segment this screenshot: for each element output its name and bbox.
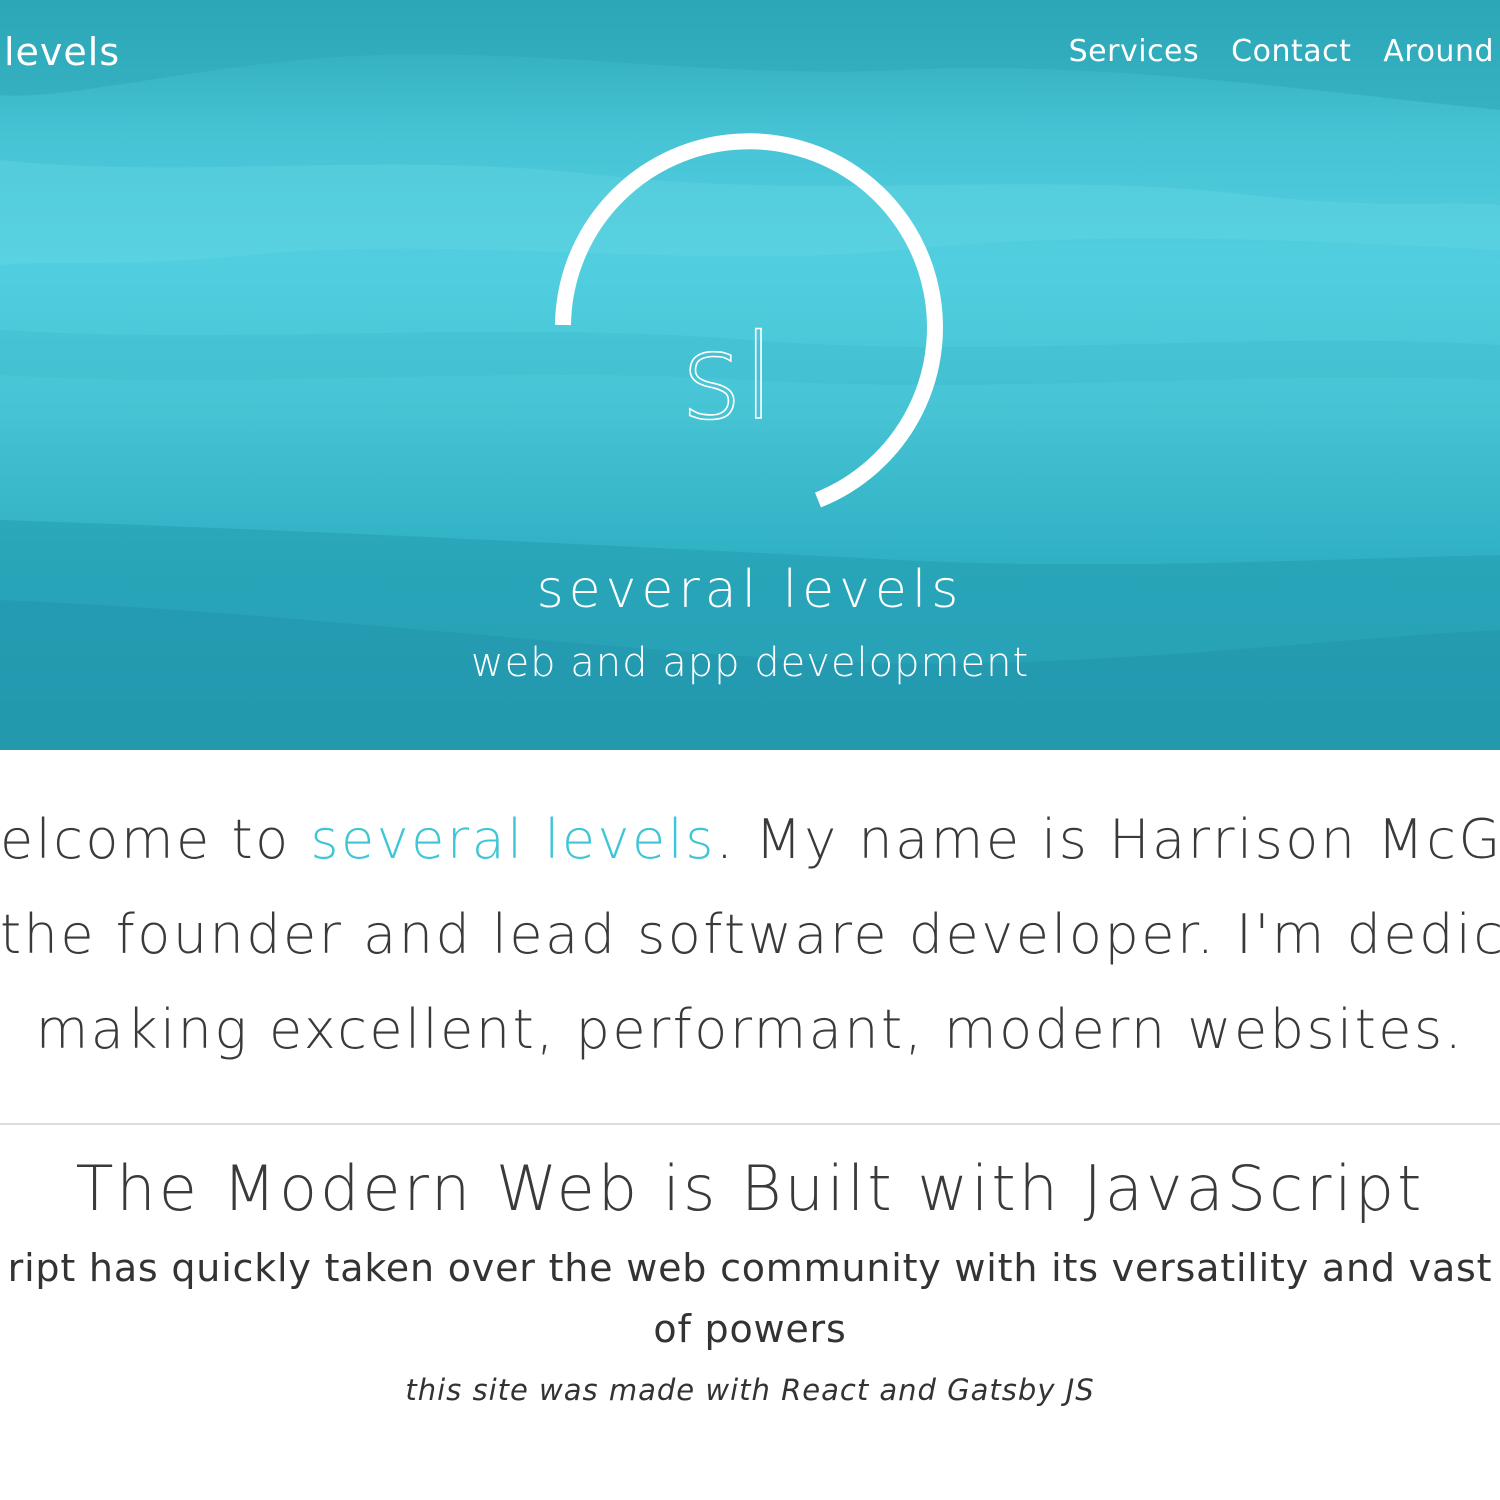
intro-line-2: the founder and lead software developer.… [0, 903, 1500, 966]
section-heading: The Modern Web is Built with JavaScript [75, 1152, 1425, 1225]
logo-ring-icon: sl [555, 133, 943, 508]
built-with-note: this site was made with React and Gatsby… [405, 1373, 1095, 1407]
intro-line-3: making excellent, performant, modern web… [35, 998, 1465, 1061]
logo-monogram: sl [681, 308, 775, 446]
brand-link[interactable]: several levels [310, 808, 716, 871]
section-body-line-2: of powers [653, 1307, 847, 1351]
intro-prefix: elcome to [0, 808, 311, 871]
hero-title: several levels [536, 560, 964, 620]
section-body-line-1: ript has quickly taken over the web comm… [7, 1246, 1493, 1290]
intro-line-1: elcome to several levels. My name is Har… [0, 808, 1500, 871]
section-divider [0, 1123, 1500, 1125]
hero-subtitle: web and app development [470, 640, 1030, 686]
intro-section: elcome to several levels. My name is Har… [0, 790, 1500, 1090]
intro-suffix: . My name is Harrison McGuire [715, 808, 1500, 871]
hero-banner: levels Services Contact Around sl severa… [0, 0, 1500, 750]
